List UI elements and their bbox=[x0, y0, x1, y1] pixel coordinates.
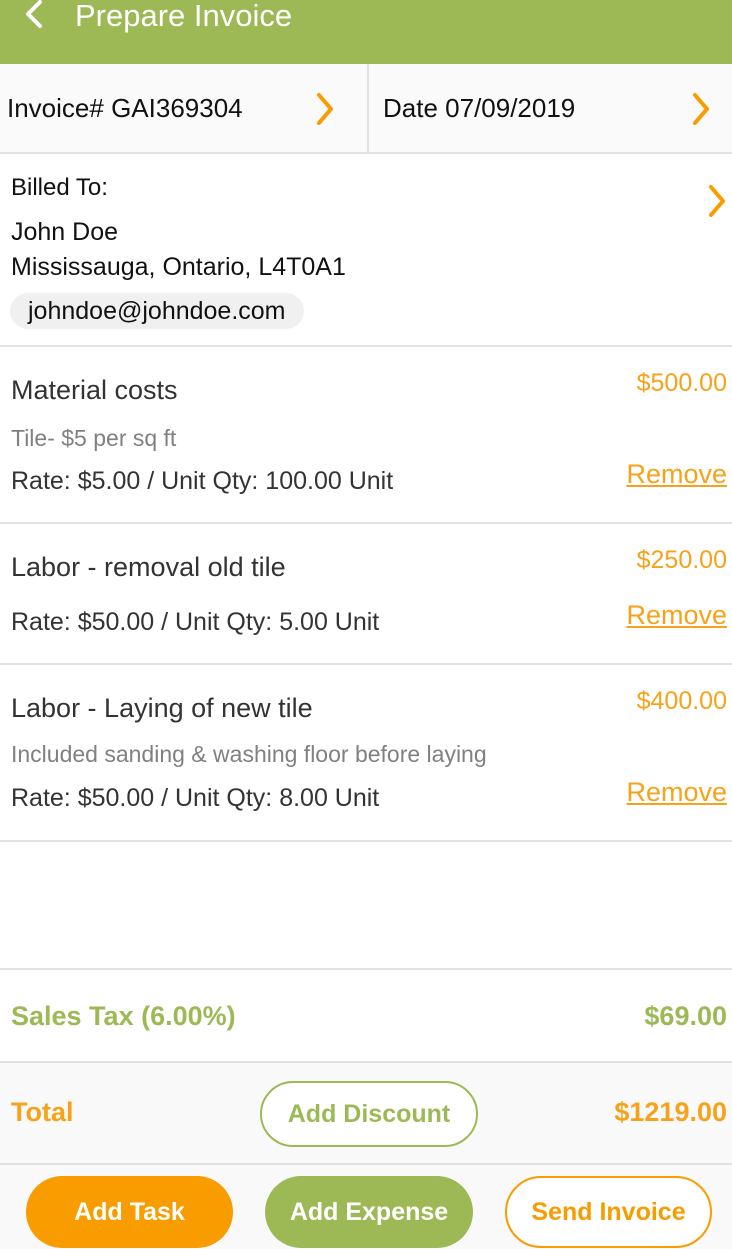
add-task-button[interactable]: Add Task bbox=[26, 1176, 233, 1248]
item-amount: $500.00 bbox=[636, 369, 727, 397]
item-name: Labor - Laying of new tile bbox=[11, 693, 313, 723]
app-header: Prepare Invoice bbox=[0, 0, 732, 64]
add-expense-button[interactable]: Add Expense bbox=[265, 1176, 473, 1248]
item-rate-qty: Rate: $50.00 / Unit Qty: 5.00 Unit bbox=[11, 608, 380, 636]
billed-to-section[interactable]: Billed To: John Doe Mississauga, Ontario… bbox=[0, 154, 732, 347]
invoice-date-cell[interactable]: Date 07/09/2019 bbox=[369, 64, 732, 152]
item-name: Labor - removal old tile bbox=[11, 552, 286, 582]
item-amount: $400.00 bbox=[636, 687, 727, 715]
chevron-left-icon[interactable] bbox=[20, 0, 50, 36]
invoice-info-row: Invoice# GAI369304 Date 07/09/2019 bbox=[0, 64, 732, 154]
sales-tax-label: Sales Tax (6.00%) bbox=[11, 1001, 236, 1031]
send-invoice-button[interactable]: Send Invoice bbox=[505, 1176, 712, 1248]
item-rate-qty: Rate: $50.00 / Unit Qty: 8.00 Unit bbox=[11, 784, 380, 812]
line-item: Labor - removal old tile Rate: $50.00 / … bbox=[0, 524, 732, 665]
invoice-number-cell[interactable]: Invoice# GAI369304 bbox=[0, 64, 369, 152]
page-title: Prepare Invoice bbox=[75, 0, 293, 33]
total-label: Total bbox=[11, 1097, 74, 1127]
item-name: Material costs bbox=[11, 375, 178, 405]
chevron-right-icon bbox=[693, 93, 709, 125]
billed-to-label: Billed To: bbox=[11, 174, 108, 201]
line-item: Labor - Laying of new tile Included sand… bbox=[0, 665, 732, 842]
item-description: Included sanding & washing floor before … bbox=[11, 741, 487, 767]
sales-tax-row: Sales Tax (6.00%) $69.00 bbox=[0, 968, 732, 1063]
total-value: $1219.00 bbox=[614, 1097, 727, 1127]
item-rate-qty: Rate: $5.00 / Unit Qty: 100.00 Unit bbox=[11, 467, 394, 495]
add-discount-button[interactable]: Add Discount bbox=[260, 1081, 478, 1147]
total-row: Total Add Discount $1219.00 bbox=[0, 1063, 732, 1165]
chevron-right-icon bbox=[709, 185, 725, 217]
sales-tax-value: $69.00 bbox=[644, 1001, 727, 1031]
client-address: Mississauga, Ontario, L4T0A1 bbox=[11, 253, 346, 281]
item-amount: $250.00 bbox=[636, 546, 727, 574]
line-item: Material costs Tile- $5 per sq ft Rate: … bbox=[0, 347, 732, 524]
item-description: Tile- $5 per sq ft bbox=[11, 425, 177, 451]
action-bar: Add Task Add Expense Send Invoice bbox=[0, 1165, 732, 1249]
remove-item-link[interactable]: Remove bbox=[626, 777, 727, 808]
invoice-number: Invoice# GAI369304 bbox=[7, 93, 243, 123]
client-name: John Doe bbox=[11, 218, 119, 246]
remove-item-link[interactable]: Remove bbox=[626, 459, 727, 490]
remove-item-link[interactable]: Remove bbox=[626, 600, 727, 631]
chevron-right-icon bbox=[317, 93, 333, 125]
client-email-chip: johndoe@johndoe.com bbox=[10, 293, 304, 329]
invoice-date: Date 07/09/2019 bbox=[383, 93, 576, 123]
